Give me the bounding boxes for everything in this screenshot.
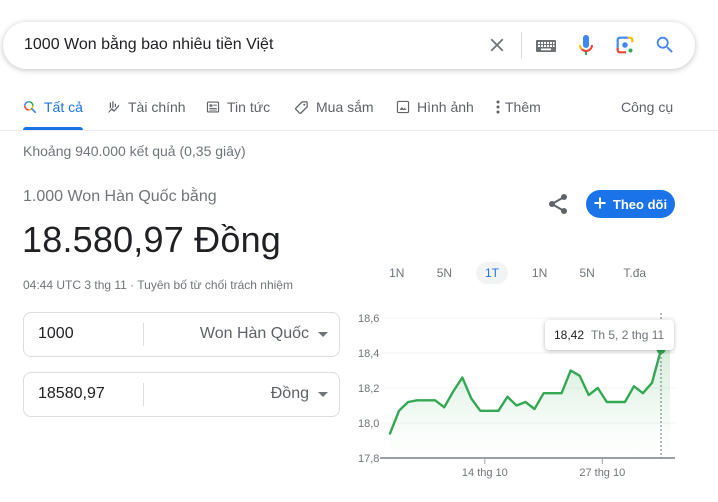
follow-button[interactable]: Theo dõi [586,190,675,218]
tab-label: Hình ảnh [417,99,474,115]
share-icon [546,194,570,220]
y-tick-label: 18,6 [358,313,379,325]
chevron-down-icon[interactable] [318,392,328,397]
range-tabs: 1N 5N 1T 1N 5N T.đa [373,262,659,284]
from-amount-input[interactable] [38,325,138,343]
range-label: 1N [389,266,405,280]
range-5-day[interactable]: 5N [421,262,469,284]
from-currency-box: Won Hàn Quốc [23,312,340,357]
x-tick-label: 27 thg 10 [579,467,625,479]
tab-label: Mua sắm [316,99,374,115]
to-currency-select[interactable]: Đồng [271,385,309,403]
conversion-result: 18.580,97 Đồng [22,219,282,260]
range-1-day[interactable]: 1N [373,262,421,284]
range-5-year[interactable]: 5N [563,262,611,284]
disclaimer-link[interactable]: Tuyên bố từ chối trách nhiệm [137,278,293,292]
area-fill [390,349,670,458]
tab-label: Thêm [505,99,541,115]
close-icon[interactable] [485,33,509,57]
tools-label: Công cụ [621,99,674,115]
chart-tooltip: 18,42 Th 5, 2 thg 11 [545,320,674,350]
tab-more[interactable]: Thêm [496,97,541,117]
x-tick-label: 14 thg 10 [462,467,508,479]
search-bar-divider [521,32,522,59]
from-currency-select[interactable]: Won Hàn Quốc [200,325,309,343]
range-label: 5N [436,266,453,280]
tooltip-date: Th 5, 2 thg 11 [591,328,665,342]
follow-label: Theo dõi [612,196,668,212]
search-icon [23,100,37,114]
tab-news[interactable]: Tin tức [206,97,270,117]
tabs-divider [0,130,718,131]
news-icon [206,100,220,114]
range-label: 1N [531,266,548,280]
tab-shopping[interactable]: Mua sắm [294,97,374,117]
y-tick-label: 18,2 [358,383,379,395]
tab-images[interactable]: Hình ảnh [396,97,474,117]
range-label: 1T [475,262,508,284]
range-1-month[interactable]: 1T [468,262,516,284]
y-tick-label: 18,0 [358,418,379,430]
finance-icon [106,100,121,115]
y-tick-label: 17,8 [358,453,379,465]
tab-all[interactable]: Tất cả [23,97,83,117]
tab-label: Tin tức [227,99,271,115]
tab-label: Tài chính [128,99,186,115]
plus-icon [594,197,606,212]
y-tick-label: 18,4 [358,348,379,360]
range-1-year[interactable]: 1N [516,262,564,284]
search-input[interactable]: 1000 Won bằng bao nhiêu tiền Việt [24,36,273,54]
tab-finance[interactable]: Tài chính [106,97,186,117]
search-icon[interactable] [653,33,677,57]
result-stats: Khoảng 940.000 kết quả (0,35 giây) [23,143,246,159]
tooltip-value: 18,42 [554,328,585,342]
field-divider [143,323,144,346]
range-label: 5N [579,266,595,280]
to-amount-input[interactable] [38,385,138,403]
share-button[interactable] [546,192,570,216]
timestamp-line: 04:44 UTC 3 thg 11 · Tuyên bố từ chối tr… [23,278,293,292]
lens-icon[interactable] [613,33,637,57]
range-max[interactable]: T.đa [611,262,659,284]
mic-icon[interactable] [574,33,598,57]
to-currency-box: Đồng [23,372,340,417]
conversion-subtitle: 1.000 Won Hàn Quốc bằng [23,188,217,205]
chevron-down-icon[interactable] [318,332,328,337]
search-bar: 1000 Won bằng bao nhiêu tiền Việt [3,22,695,69]
keyboard-icon[interactable] [534,35,558,57]
tab-label: Tất cả [44,99,83,115]
tag-icon [294,100,309,115]
field-divider [143,383,144,406]
timestamp: 04:44 UTC 3 thg 11 [23,278,127,292]
more-vert-icon [496,100,500,114]
range-label: T.đa [623,266,647,280]
tools-button[interactable]: Công cụ [621,97,673,117]
separator: · [126,278,138,292]
image-icon [396,100,410,114]
